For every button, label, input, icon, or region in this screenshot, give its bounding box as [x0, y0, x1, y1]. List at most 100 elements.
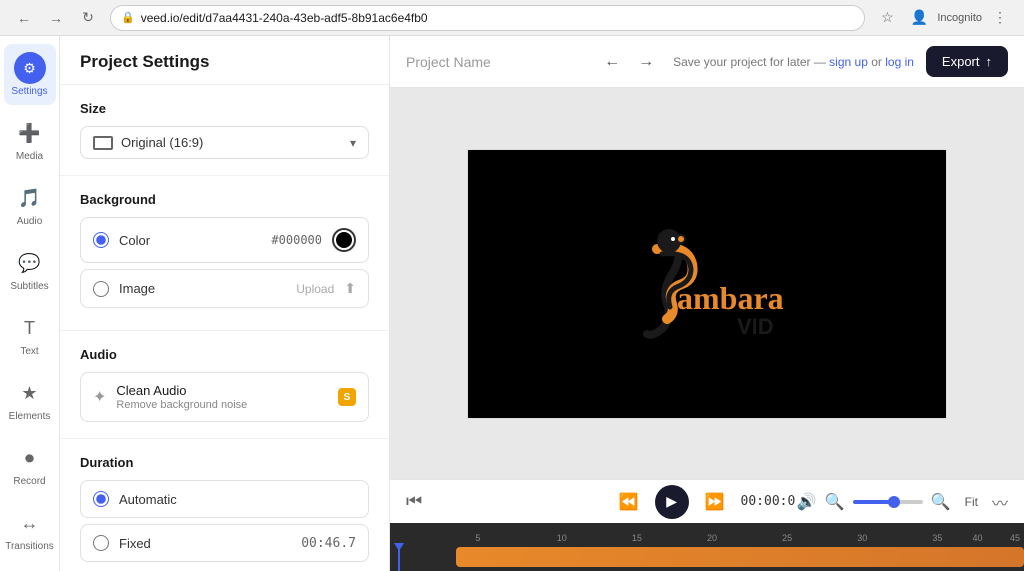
- color-value: #000000: [271, 233, 322, 247]
- main-content: Project Name ← → Save your project for l…: [390, 36, 1024, 571]
- playhead-line: [398, 543, 400, 571]
- timeline-area[interactable]: [390, 543, 1024, 571]
- audio-section-title: Audio: [80, 347, 369, 362]
- size-section-title: Size: [80, 101, 369, 116]
- size-value: Original (16:9): [121, 135, 203, 150]
- sidebar-item-audio[interactable]: 🎵 Audio: [4, 174, 56, 235]
- zoom-out-button[interactable]: 🔍: [825, 492, 845, 512]
- rewind-button[interactable]: ⏪: [619, 492, 639, 512]
- zoom-in-button[interactable]: 🔍: [931, 492, 951, 512]
- ruler-mark-10: 10: [557, 533, 567, 543]
- size-dropdown[interactable]: Original (16:9) ▾: [80, 126, 369, 159]
- settings-panel-title: Project Settings: [80, 52, 209, 71]
- profile-button[interactable]: 👤: [905, 4, 933, 32]
- automatic-label: Automatic: [119, 492, 356, 507]
- elements-label: Elements: [9, 411, 51, 422]
- subtitles-icon: 💬: [14, 247, 46, 279]
- upload-icon[interactable]: ⬆: [344, 280, 356, 297]
- image-radio-input[interactable]: [93, 281, 109, 297]
- timeline-strip[interactable]: [456, 547, 1024, 567]
- automatic-duration-option[interactable]: Automatic: [80, 480, 369, 518]
- color-radio-option[interactable]: Color #000000: [80, 217, 369, 263]
- app-container: ⚙ Settings ➕ Media 🎵 Audio 💬 Subtitles T…: [0, 36, 1024, 571]
- waveform-button[interactable]: 〰: [992, 490, 1008, 514]
- volume-icon[interactable]: 🔊: [797, 492, 817, 512]
- sidebar-item-subtitles[interactable]: 💬 Subtitles: [4, 239, 56, 300]
- playback-controls: ⏮ ⏪ ▶ ⏩ 00:00:0 🔊 🔍 🔍 Fit 〰: [390, 479, 1024, 523]
- address-bar[interactable]: 🔒 veed.io/edit/d7aa4431-240a-43eb-adf5-8…: [110, 5, 865, 31]
- settings-panel: Project Settings Size Original (16:9) ▾ …: [60, 36, 390, 571]
- transitions-icon: ↔: [14, 507, 46, 539]
- forward-button[interactable]: →: [42, 4, 70, 32]
- color-radio-label: Color: [119, 233, 261, 248]
- sidebar-item-record[interactable]: ⏺ Record: [4, 434, 56, 495]
- fixed-label: Fixed: [119, 536, 291, 551]
- play-button[interactable]: ▶: [655, 485, 689, 519]
- video-canvas[interactable]: ambara VID: [467, 149, 947, 419]
- duration-section: Duration Automatic Fixed 00:46.7: [60, 439, 389, 571]
- ruler-mark-5: 5: [475, 533, 480, 543]
- subtitles-label: Subtitles: [10, 281, 48, 292]
- size-label-area: Original (16:9): [93, 135, 203, 150]
- browser-chrome: ← → ↻ 🔒 veed.io/edit/d7aa4431-240a-43eb-…: [0, 0, 1024, 36]
- elements-icon: ★: [14, 377, 46, 409]
- sparkle-icon: ✦: [93, 387, 106, 407]
- incognito-label: Incognito: [937, 12, 982, 24]
- log-in-link[interactable]: log in: [885, 55, 914, 69]
- record-icon: ⏺: [14, 442, 46, 474]
- clean-audio-title: Clean Audio: [116, 383, 328, 398]
- ruler-mark-15: 15: [632, 533, 642, 543]
- header-bar: Project Name ← → Save your project for l…: [390, 36, 1024, 88]
- icon-sidebar: ⚙ Settings ➕ Media 🎵 Audio 💬 Subtitles T…: [0, 36, 60, 571]
- settings-panel-header: Project Settings: [60, 36, 389, 85]
- background-section: Background Color #000000 Image Upload ⬆: [60, 176, 389, 331]
- back-button[interactable]: ←: [10, 4, 38, 32]
- reload-button[interactable]: ↻: [74, 4, 102, 32]
- fast-forward-button[interactable]: ⏩: [705, 492, 725, 512]
- media-icon: ➕: [14, 117, 46, 149]
- history-buttons: ← →: [597, 47, 661, 77]
- fixed-radio-input[interactable]: [93, 535, 109, 551]
- audio-icon: 🎵: [14, 182, 46, 214]
- export-label: Export: [942, 54, 980, 69]
- browser-nav-buttons: ← → ↻: [10, 4, 102, 32]
- sign-up-link[interactable]: sign up: [829, 55, 868, 69]
- redo-button[interactable]: →: [631, 47, 661, 77]
- sidebar-item-transitions[interactable]: ↔ Transitions: [4, 499, 56, 560]
- automatic-radio-input[interactable]: [93, 491, 109, 507]
- save-text: Save your project for later — sign up or…: [673, 55, 914, 69]
- image-radio-option[interactable]: Image Upload ⬆: [80, 269, 369, 308]
- text-label: Text: [20, 346, 38, 357]
- undo-button[interactable]: ←: [597, 47, 627, 77]
- ruler-mark-35: 35: [932, 533, 942, 543]
- clean-audio-card[interactable]: ✦ Clean Audio Remove background noise S: [80, 372, 369, 422]
- settings-label: Settings: [11, 86, 47, 97]
- background-section-title: Background: [80, 192, 369, 207]
- zoom-slider[interactable]: [853, 500, 923, 504]
- ruler-mark-30: 30: [857, 533, 867, 543]
- playback-time: 00:00:0: [741, 494, 796, 509]
- sidebar-item-elements[interactable]: ★ Elements: [4, 369, 56, 430]
- clean-audio-badge: S: [338, 388, 356, 406]
- settings-icon: ⚙: [14, 52, 46, 84]
- size-section: Size Original (16:9) ▾: [60, 85, 389, 176]
- menu-button[interactable]: ⋮: [986, 4, 1014, 32]
- skip-back-button[interactable]: ⏮: [406, 491, 422, 512]
- fixed-duration-option[interactable]: Fixed 00:46.7: [80, 524, 369, 562]
- sidebar-item-media[interactable]: ➕ Media: [4, 109, 56, 170]
- size-aspect-icon: [93, 136, 113, 150]
- sidebar-item-filters[interactable]: ✨ Filters: [4, 564, 56, 571]
- project-name-field[interactable]: Project Name: [406, 54, 585, 70]
- volume-area: 🔊: [797, 492, 817, 512]
- media-label: Media: [16, 151, 43, 162]
- color-radio-input[interactable]: [93, 232, 109, 248]
- ruler-mark-20: 20: [707, 533, 717, 543]
- bookmark-button[interactable]: ☆: [873, 4, 901, 32]
- sidebar-item-settings[interactable]: ⚙ Settings: [4, 44, 56, 105]
- color-picker-button[interactable]: [332, 228, 356, 252]
- audio-label: Audio: [17, 216, 43, 227]
- export-button[interactable]: Export ↑: [926, 46, 1008, 77]
- sidebar-item-text[interactable]: T Text: [4, 304, 56, 365]
- ruler-mark-45: 45: [1010, 533, 1020, 543]
- fit-button[interactable]: Fit: [959, 493, 984, 511]
